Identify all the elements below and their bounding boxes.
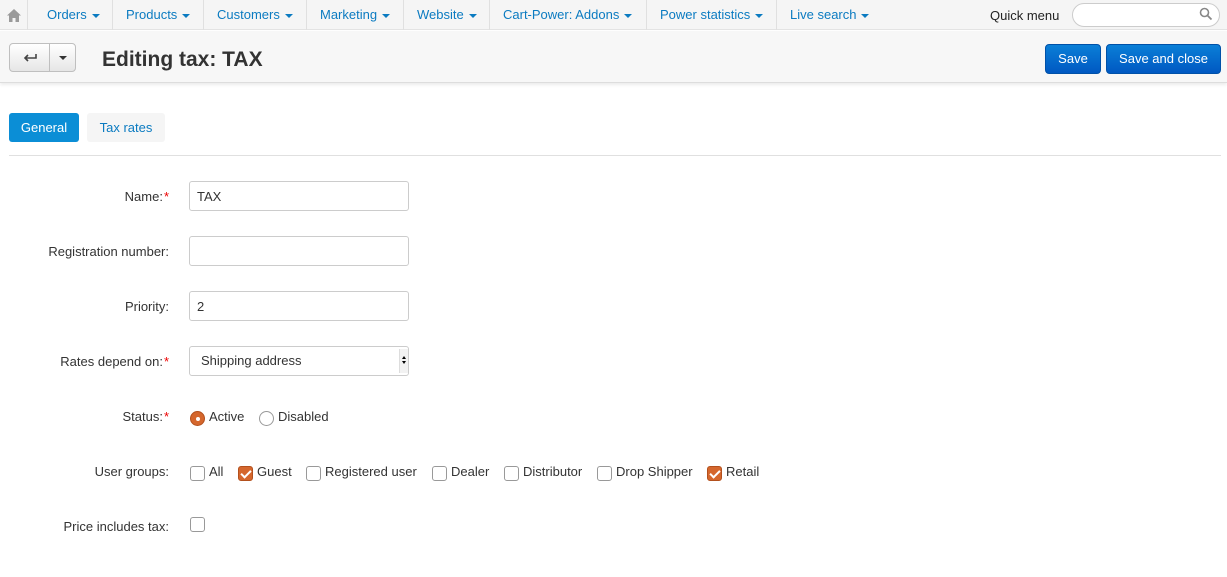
home-icon: [6, 8, 21, 22]
user-group-registered-label[interactable]: Registered user: [325, 464, 417, 479]
page-toolbar: Editing tax: TAX Save Save and close: [0, 31, 1227, 83]
save-button[interactable]: Save: [1045, 44, 1101, 74]
chevron-down-icon: [58, 55, 67, 60]
nav-products[interactable]: Products: [113, 0, 204, 30]
name-field[interactable]: [189, 181, 409, 211]
chevron-down-icon: [755, 13, 764, 18]
user-group-retail-checkbox[interactable]: [707, 466, 722, 481]
user-group-registered-checkbox[interactable]: [306, 466, 321, 481]
user-group-drop-shipper-label[interactable]: Drop Shipper: [616, 464, 693, 479]
rates-depend-on-value: Shipping address: [201, 353, 302, 368]
search-input[interactable]: [1072, 3, 1220, 27]
back-dropdown-button[interactable]: [50, 44, 75, 71]
nav-live-search[interactable]: Live search: [777, 0, 885, 30]
user-group-guest-checkbox[interactable]: [238, 466, 253, 481]
chevron-down-icon: [468, 13, 477, 18]
price-includes-tax-checkbox[interactable]: [190, 517, 205, 532]
chevron-down-icon: [624, 13, 633, 18]
rates-depend-on-label: Rates depend on:*: [60, 354, 169, 369]
nav-cart-power-addons[interactable]: Cart-Power: Addons: [490, 0, 647, 30]
chevron-down-icon: [91, 13, 100, 18]
status-disabled-radio[interactable]: [259, 411, 274, 426]
user-group-retail-label[interactable]: Retail: [726, 464, 759, 479]
tabs-divider: [9, 155, 1221, 156]
priority-label: Priority:: [124, 299, 169, 314]
back-button[interactable]: [10, 44, 50, 71]
tab-general[interactable]: General: [9, 113, 79, 142]
user-group-distributor-checkbox[interactable]: [504, 466, 519, 481]
back-arrow-icon: [23, 53, 37, 62]
user-group-dealer-checkbox[interactable]: [432, 466, 447, 481]
chevron-down-icon: [382, 13, 391, 18]
nav-orders[interactable]: Orders: [34, 0, 113, 30]
user-group-dealer-label[interactable]: Dealer: [451, 464, 489, 479]
registration-number-field[interactable]: [189, 236, 409, 266]
chevron-down-icon: [284, 13, 293, 18]
search-icon[interactable]: [1199, 7, 1213, 21]
back-button-group: [9, 43, 76, 72]
status-active-label[interactable]: Active: [209, 409, 244, 424]
name-label: Name:*: [124, 189, 169, 204]
user-group-all-label[interactable]: All: [209, 464, 223, 479]
rates-depend-on-select[interactable]: Shipping address: [189, 346, 409, 376]
save-and-close-button[interactable]: Save and close: [1106, 44, 1221, 74]
user-group-drop-shipper-checkbox[interactable]: [597, 466, 612, 481]
home-button[interactable]: [0, 0, 28, 30]
user-group-guest-label[interactable]: Guest: [257, 464, 292, 479]
tab-tax-rates[interactable]: Tax rates: [87, 113, 165, 142]
user-groups-label: User groups:: [94, 464, 169, 479]
nav-website[interactable]: Website: [404, 0, 490, 30]
nav-customers[interactable]: Customers: [204, 0, 307, 30]
status-label: Status:*: [122, 409, 169, 424]
select-arrows-icon: [399, 349, 408, 373]
status-active-radio[interactable]: [190, 411, 205, 426]
user-group-all-checkbox[interactable]: [190, 466, 205, 481]
price-includes-tax-label: Price includes tax:: [63, 519, 170, 534]
top-navigation: Orders Products Customers Marketing Webs…: [0, 0, 1227, 30]
registration-number-label: Registration number:: [48, 244, 169, 259]
status-disabled-label[interactable]: Disabled: [278, 409, 329, 424]
page-title: Editing tax: TAX: [102, 48, 263, 71]
chevron-down-icon: [182, 13, 191, 18]
user-group-distributor-label[interactable]: Distributor: [523, 464, 582, 479]
priority-field[interactable]: [189, 291, 409, 321]
nav-marketing[interactable]: Marketing: [307, 0, 404, 30]
chevron-down-icon: [861, 13, 870, 18]
quick-menu[interactable]: Quick menu: [990, 0, 1059, 30]
nav-power-statistics[interactable]: Power statistics: [647, 0, 777, 30]
